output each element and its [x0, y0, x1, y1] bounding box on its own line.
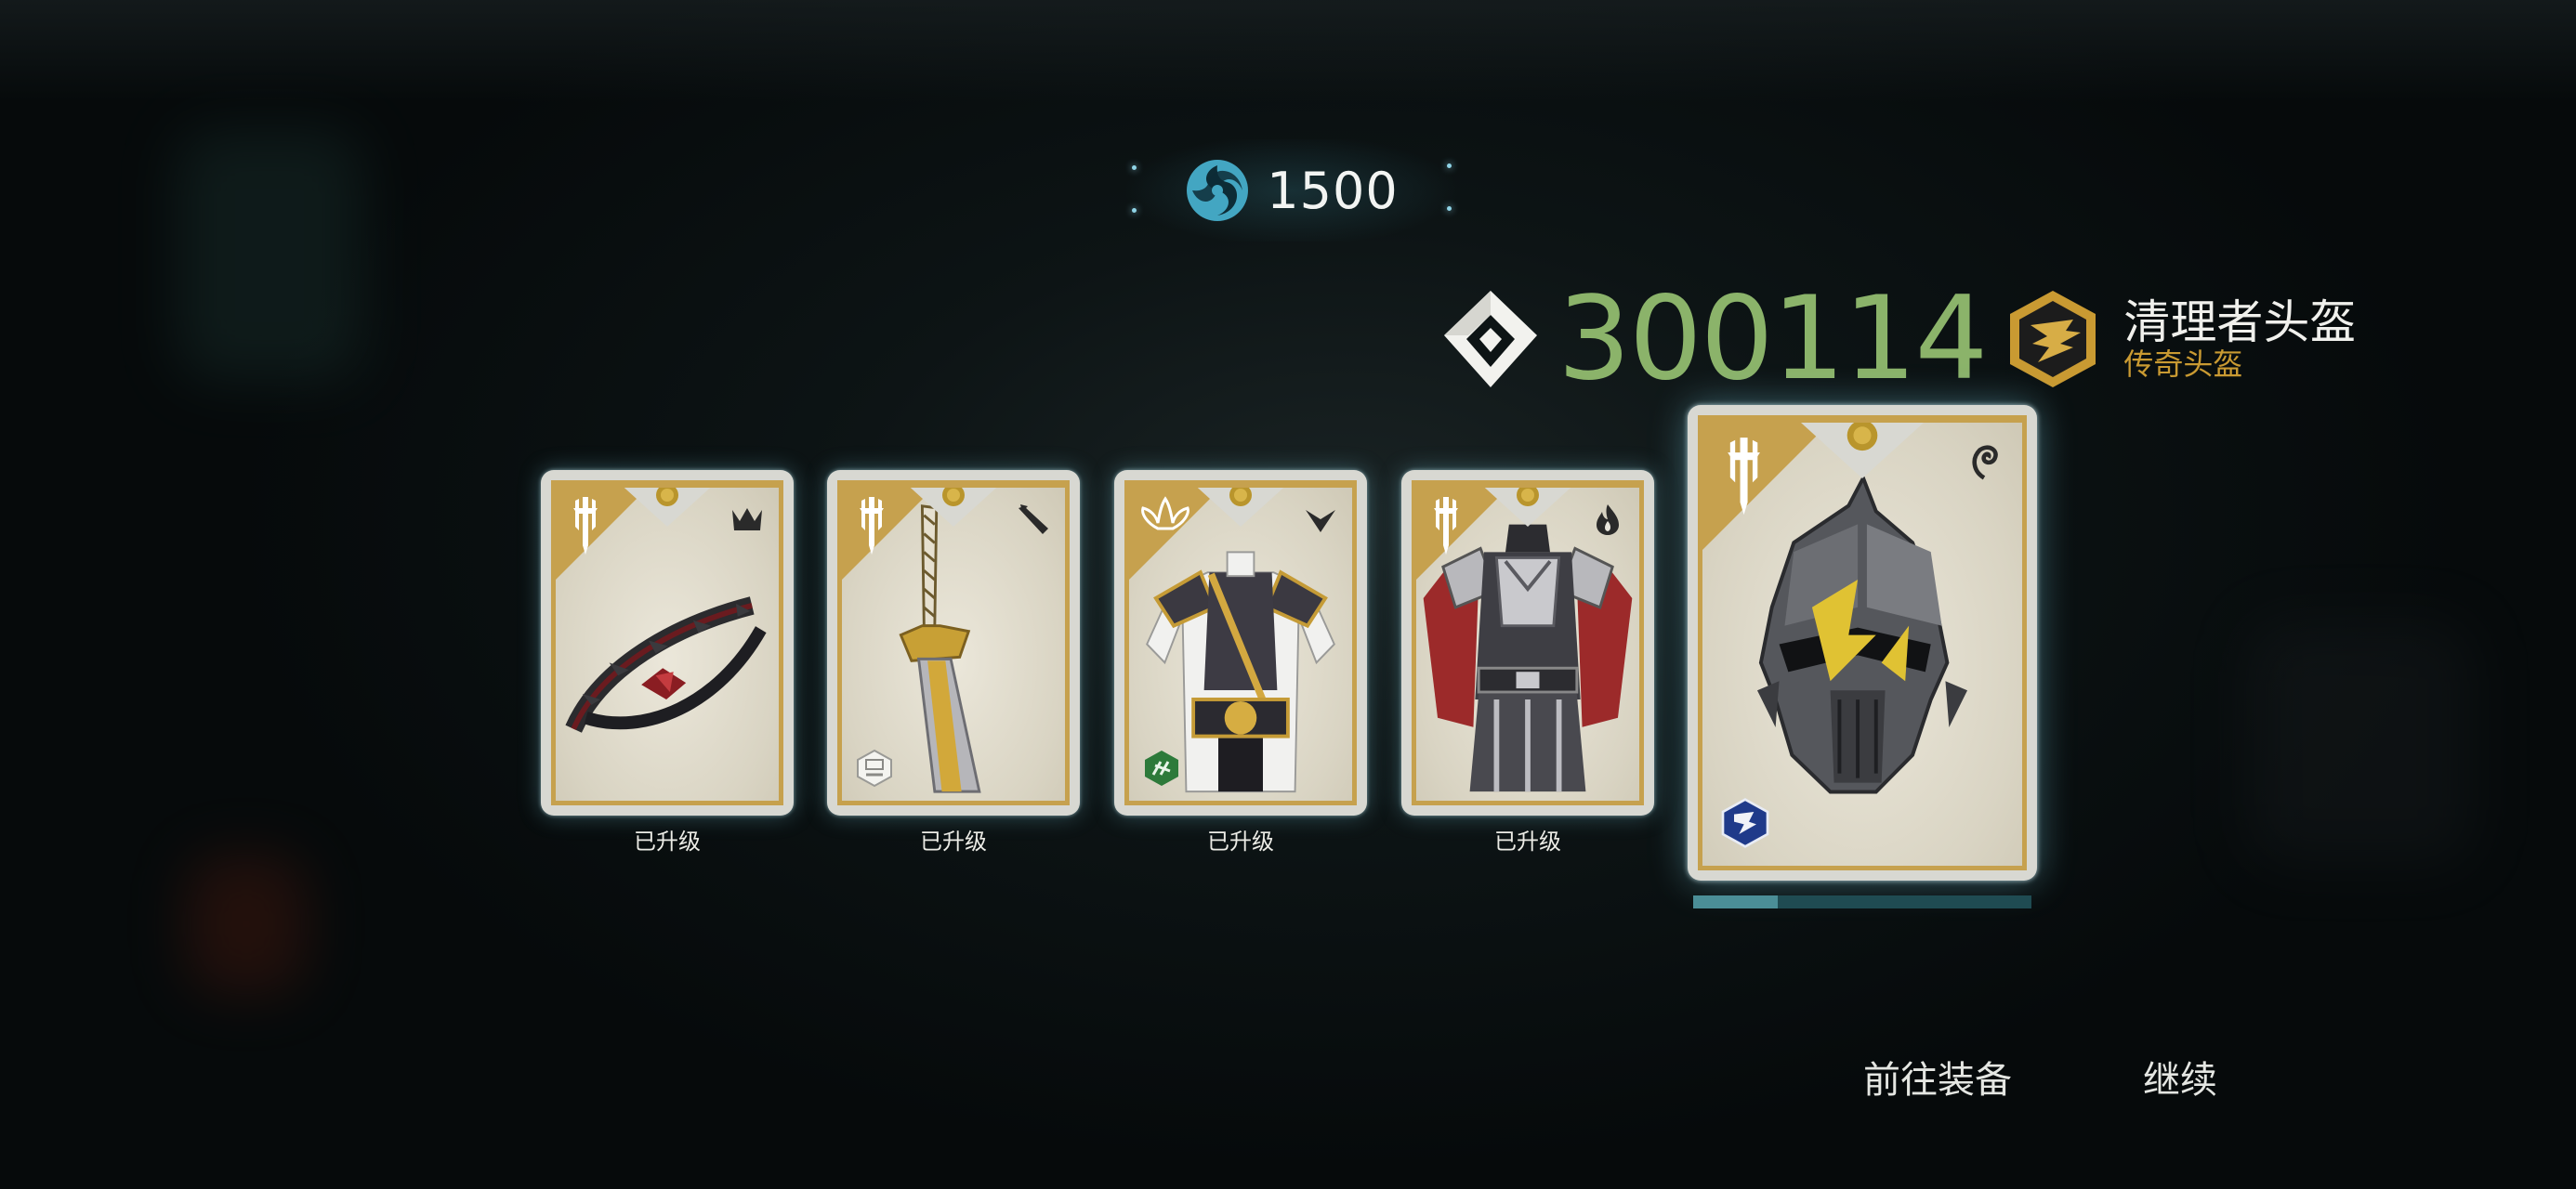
card-notch — [910, 488, 997, 527]
top-navigation-bar — [0, 0, 2576, 102]
upgrade-progress-bar — [1693, 895, 2031, 908]
go-to-equip-button[interactable]: 前往装备 — [1863, 1050, 2012, 1104]
item-header: 300114 清理者头盔 传奇头盔 — [1440, 274, 2356, 404]
card-notch — [1484, 488, 1571, 527]
card-frame — [551, 480, 783, 805]
card-status-label: 已升级 — [634, 829, 701, 855]
legendary-rarity-icon — [2010, 291, 2096, 387]
card-notch — [1197, 488, 1284, 527]
gear-score-value: 300114 — [1557, 272, 1988, 406]
loot-card-plate-armor[interactable] — [1401, 470, 1654, 816]
sparkle-decoration — [1132, 208, 1137, 213]
loot-card-greatsword[interactable] — [827, 470, 1080, 816]
card-status-label: 已升级 — [1207, 829, 1274, 855]
item-title-block: 清理者头盔 传奇头盔 — [2123, 294, 2357, 382]
currency-amount: 1500 — [1267, 161, 1399, 220]
currency-display: 1500 — [1124, 139, 1459, 242]
flame-slot-icon — [1597, 504, 1619, 535]
card-status-label: 已升级 — [920, 829, 987, 855]
spiral-slot-icon — [1972, 445, 1998, 480]
set-bonus-icon — [857, 749, 892, 788]
gear-score-icon — [1444, 291, 1537, 387]
card-notch — [624, 488, 711, 527]
sparkle-decoration — [1132, 165, 1137, 170]
background-glow — [186, 855, 307, 994]
crown-slot-icon — [732, 508, 762, 530]
upgrade-progress-fill — [1693, 895, 1778, 908]
sparkle-decoration — [1447, 163, 1452, 168]
card-frame — [1124, 480, 1357, 805]
card-status-label: 已升级 — [1494, 829, 1561, 855]
loot-card-helmet[interactable] — [1688, 405, 2037, 881]
card-frame — [1412, 480, 1644, 805]
card-frame — [837, 480, 1070, 805]
background-panel — [2249, 622, 2472, 864]
loot-card-robe-armor[interactable] — [1114, 470, 1367, 816]
continue-button[interactable]: 继续 — [2143, 1050, 2217, 1104]
chevron-slot-icon — [1306, 510, 1335, 532]
card-notch — [1801, 423, 1924, 478]
blade-slot-icon — [1019, 504, 1048, 534]
card-frame — [1698, 415, 2027, 870]
item-name: 清理者头盔 — [2123, 294, 2357, 349]
item-rarity: 传奇头盔 — [2123, 346, 2243, 382]
green-perk-icon — [1145, 751, 1178, 786]
loot-card-bow[interactable] — [541, 470, 794, 816]
blue-perk-icon — [1721, 798, 1769, 848]
sparkle-decoration — [1447, 206, 1452, 211]
swirl-currency-icon — [1187, 160, 1249, 221]
background-panel — [177, 130, 362, 381]
